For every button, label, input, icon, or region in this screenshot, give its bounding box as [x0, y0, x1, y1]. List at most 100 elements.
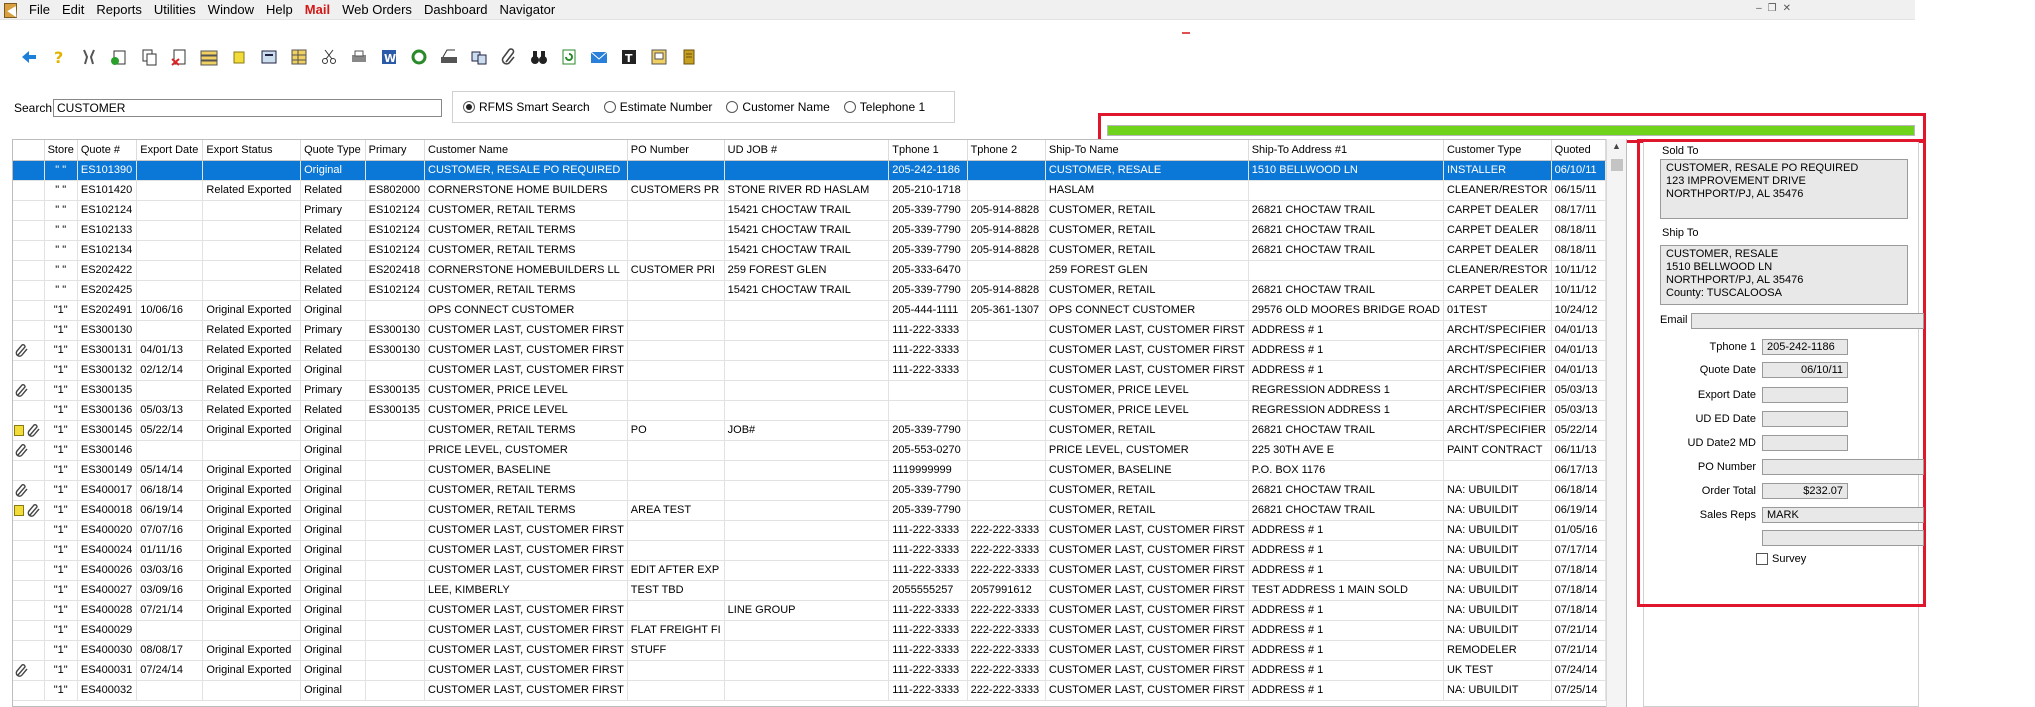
email-field[interactable] — [1691, 313, 1924, 329]
export-date-field[interactable] — [1762, 387, 1848, 403]
row-icons[interactable] — [13, 320, 45, 341]
help-icon[interactable]: ? — [48, 46, 70, 68]
menu-navigator[interactable]: Navigator — [494, 0, 562, 20]
table-row[interactable]: " " ES102124 Primary ES102124 CUSTOMER, RETA… — [13, 200, 1626, 221]
row-icons[interactable] — [13, 520, 45, 541]
scroll-thumb[interactable] — [1611, 159, 1623, 171]
paperclip-icon[interactable] — [14, 444, 30, 457]
word-icon[interactable]: W — [378, 46, 400, 68]
table-row[interactable]: "1" ES400026 03/03/16 Original Exported Orig… — [13, 560, 1626, 581]
binoculars-icon[interactable] — [528, 46, 550, 68]
row-icons[interactable] — [13, 400, 45, 421]
table-row[interactable]: "1" ES300135 Related Exported Primary ES3001… — [13, 380, 1626, 401]
note-icon[interactable] — [14, 424, 24, 436]
checkbox-box[interactable] — [1756, 553, 1768, 565]
row-icons[interactable] — [13, 460, 45, 481]
scroll-up-icon[interactable]: ▲ — [1607, 139, 1626, 153]
restore-icon[interactable]: ❐ — [1768, 3, 1777, 14]
column-header[interactable]: Customer Name — [424, 140, 628, 161]
table-row[interactable]: "1" ES300131 04/01/13 Related Exported Relat… — [13, 340, 1626, 361]
row-icons[interactable] — [13, 200, 45, 221]
form-icon[interactable] — [648, 46, 670, 68]
column-header[interactable]: UD JOB # — [724, 140, 890, 161]
row-icons[interactable] — [13, 260, 45, 281]
column-header[interactable]: Primary — [365, 140, 426, 161]
radio-customer-name[interactable]: Customer Name — [726, 100, 830, 114]
column-header[interactable]: Ship-To Address #1 — [1248, 140, 1444, 161]
row-icons[interactable] — [13, 340, 45, 361]
paperclip-icon[interactable] — [26, 504, 42, 517]
table-row[interactable]: "1" ES300130 Related Exported Primary ES3001… — [13, 320, 1626, 341]
email-icon[interactable] — [588, 46, 610, 68]
table-row[interactable]: " " ES101420 Related Exported Related ES8020… — [13, 180, 1626, 201]
search-input[interactable] — [53, 99, 442, 117]
row-icons[interactable] — [13, 640, 45, 661]
row-icons[interactable] — [13, 480, 45, 501]
print-preview-icon[interactable] — [258, 46, 280, 68]
row-icons[interactable] — [13, 660, 45, 681]
row-icons[interactable] — [13, 620, 45, 641]
table-row[interactable]: "1" ES300145 05/22/14 Original Exported Orig… — [13, 420, 1626, 441]
scissors-icon[interactable] — [318, 46, 340, 68]
row-icons[interactable] — [13, 540, 45, 561]
column-header[interactable]: Ship-To Name — [1045, 140, 1249, 161]
table-row[interactable]: "1" ES400024 01/11/16 Original Exported Orig… — [13, 540, 1626, 561]
paperclip-icon[interactable] — [14, 484, 30, 497]
note-icon[interactable] — [14, 504, 24, 516]
duplicate-icon[interactable] — [468, 46, 490, 68]
column-header[interactable]: Customer Type — [1443, 140, 1552, 161]
column-header[interactable]: Quote # — [77, 140, 138, 161]
table-row[interactable]: "1" ES202491 10/06/16 Original Exported Orig… — [13, 300, 1626, 321]
close-icon[interactable]: ✕ — [1783, 3, 1791, 14]
table-row[interactable]: "1" ES400018 06/19/14 Original Exported Orig… — [13, 500, 1626, 521]
column-header[interactable]: Tphone 2 — [967, 140, 1046, 161]
ud-date2-md-field[interactable] — [1762, 435, 1848, 451]
table-row[interactable]: "1" ES400032 Original CUSTOMER LAST, CUSTOM… — [13, 680, 1626, 701]
table-row[interactable]: "1" ES300132 02/12/14 Original Exported Orig… — [13, 360, 1626, 381]
radio-dot[interactable] — [726, 101, 739, 113]
paperclip-icon[interactable] — [498, 46, 520, 68]
table-row[interactable]: "1" ES400029 Original CUSTOMER LAST, CUSTOM… — [13, 620, 1626, 641]
grid-icon[interactable] — [288, 46, 310, 68]
back-arrow-icon[interactable] — [18, 46, 40, 68]
menu-file[interactable]: File — [23, 0, 56, 20]
row-icons[interactable] — [13, 240, 45, 261]
add-document-icon[interactable] — [108, 46, 130, 68]
row-icons[interactable] — [13, 440, 45, 461]
stack-icon[interactable] — [198, 46, 220, 68]
scanner-icon[interactable] — [438, 46, 460, 68]
table-row[interactable]: " " ES202425 Related ES102124 CUSTOMER, RETA… — [13, 280, 1626, 301]
radio-telephone-1[interactable]: Telephone 1 — [843, 100, 925, 114]
radio-estimate-number[interactable]: Estimate Number — [603, 100, 712, 114]
minimize-icon[interactable]: – — [1756, 3, 1762, 14]
po-number-field[interactable] — [1762, 459, 1924, 475]
row-icons[interactable] — [13, 380, 45, 401]
table-row[interactable]: "1" ES300149 05/14/14 Original Exported Orig… — [13, 460, 1626, 481]
column-header[interactable]: Store — [44, 140, 78, 161]
menu-mail[interactable]: Mail — [299, 0, 336, 20]
column-header[interactable] — [13, 140, 45, 161]
table-row[interactable]: "1" ES400031 07/24/14 Original Exported Orig… — [13, 660, 1626, 681]
row-icons[interactable] — [13, 500, 45, 521]
text-icon[interactable]: T — [618, 46, 640, 68]
column-header[interactable]: Quoted — [1551, 140, 1607, 161]
table-row[interactable]: "1" ES400028 07/21/14 Original Exported Orig… — [13, 600, 1626, 621]
menu-window[interactable]: Window — [202, 0, 260, 20]
paperclip-icon[interactable] — [14, 664, 30, 677]
table-row[interactable]: " " ES101390 Original CUSTOMER, RESALE PO R… — [13, 160, 1626, 181]
radio-dot[interactable] — [603, 101, 616, 113]
table-row[interactable]: "1" ES400020 07/07/16 Original Exported Orig… — [13, 520, 1626, 541]
menu-edit[interactable]: Edit — [56, 0, 90, 20]
row-icons[interactable] — [13, 600, 45, 621]
table-row[interactable]: "1" ES400030 08/08/17 Original Exported Orig… — [13, 640, 1626, 661]
radio-rfms-smart-search[interactable]: RFMS Smart Search — [463, 100, 590, 114]
quote-date-field[interactable]: 06/10/11 — [1762, 362, 1848, 378]
table-row[interactable]: "1" ES300146 Original PRICE LEVEL, CUSTOMER… — [13, 440, 1626, 461]
refresh-icon[interactable] — [408, 46, 430, 68]
recycle-icon[interactable] — [558, 46, 580, 68]
radio-dot[interactable] — [463, 101, 475, 113]
menu-help[interactable]: Help — [260, 0, 299, 20]
sales-reps-field[interactable]: MARK — [1762, 507, 1924, 523]
paperclip-icon[interactable] — [14, 384, 30, 397]
menu-web-orders[interactable]: Web Orders — [336, 0, 418, 20]
